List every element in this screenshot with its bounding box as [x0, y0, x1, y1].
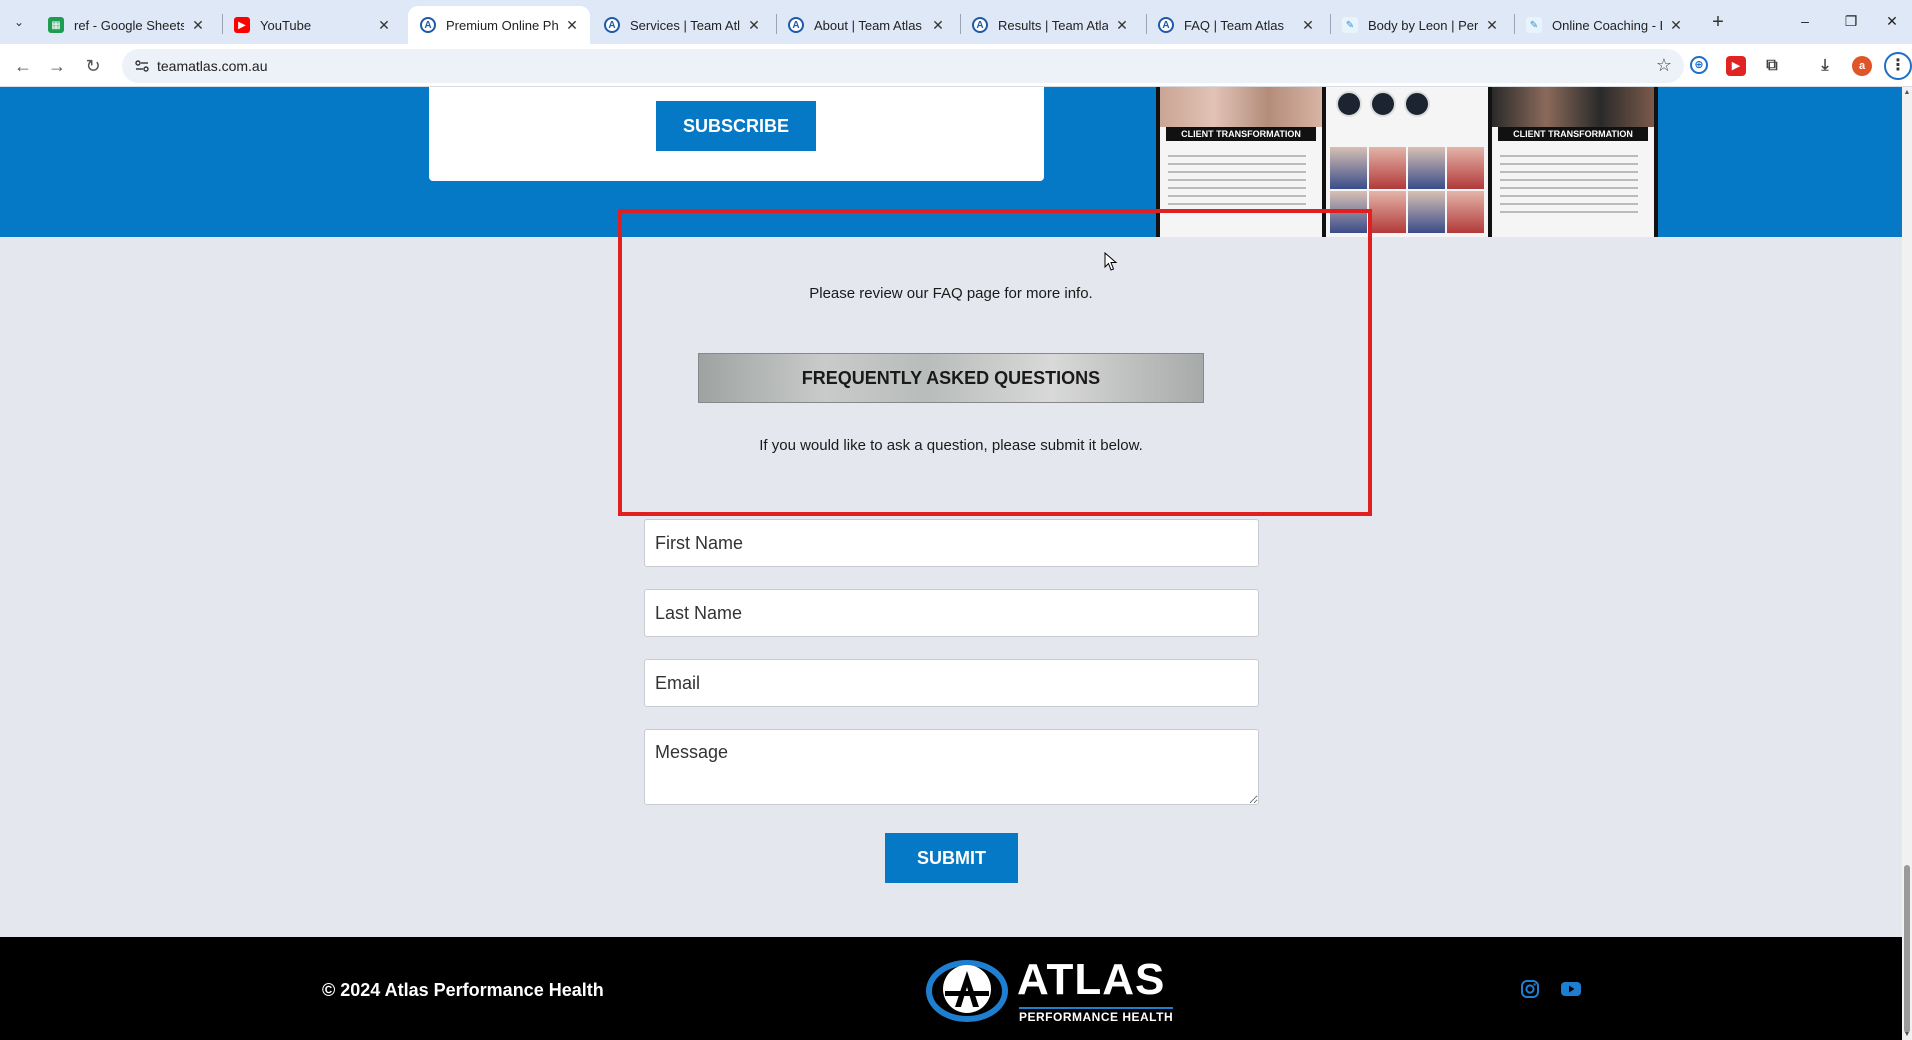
atlas-icon: A [604, 17, 620, 33]
last-name-field[interactable] [644, 589, 1259, 637]
transformation-photo [1160, 87, 1322, 127]
tab-youtube[interactable]: ▶ YouTube ✕ [222, 6, 402, 44]
tab-bar: ⌄ ▦ ref - Google Sheets ✕ ▶ YouTube ✕ A … [0, 0, 1912, 44]
window-close-icon[interactable]: ✕ [1872, 6, 1912, 36]
message-field[interactable] [644, 729, 1259, 805]
post-tag: CLIENT TRANSFORMATION [1498, 127, 1648, 141]
transformation-photo [1492, 87, 1654, 127]
close-icon[interactable]: ✕ [376, 17, 392, 33]
post-comments [1500, 149, 1638, 219]
profile-avatar[interactable]: a [1852, 56, 1872, 76]
close-icon[interactable]: ✕ [564, 17, 580, 33]
scrollbar-thumb[interactable] [1904, 865, 1910, 1033]
browser-toolbar: ← → ↻ teamatlas.com.au ☆ ⊕ ▶ ⧉ ⤓ a ⋮ [0, 44, 1912, 87]
new-tab-plus-icon[interactable]: + [1705, 9, 1731, 35]
tab-title: Online Coaching - Bo [1552, 17, 1662, 33]
atlas-icon: A [788, 17, 804, 33]
close-icon[interactable]: ✕ [190, 17, 206, 33]
atlas-logo-mark-icon [926, 960, 1008, 1022]
atlas-icon: A [420, 17, 436, 33]
youtube-icon[interactable] [1560, 979, 1582, 999]
atlas-icon: A [972, 17, 988, 33]
email-field[interactable] [644, 659, 1259, 707]
tab-about[interactable]: A About | Team Atlas ✕ [776, 6, 956, 44]
restore-icon[interactable]: ❐ [1828, 6, 1874, 36]
url-text[interactable]: teamatlas.com.au [157, 58, 268, 74]
copyright-text: © 2024 Atlas Performance Health [322, 980, 604, 1000]
tab-results[interactable]: A Results | Team Atlas ✕ [960, 6, 1140, 44]
tab-title: YouTube [260, 17, 312, 33]
tab-services[interactable]: A Services | Team Atlas ✕ [592, 6, 772, 44]
atlas-icon: A [1158, 17, 1174, 33]
minimize-icon[interactable]: – [1782, 6, 1828, 36]
site-footer: © 2024 Atlas Performance Health ATLAS PE… [0, 937, 1902, 1040]
tab-title: Body by Leon | Perso [1368, 17, 1478, 33]
youtube-icon: ▶ [234, 17, 250, 33]
submit-button[interactable]: SUBMIT [885, 833, 1018, 883]
bookmark-star-icon[interactable]: ☆ [1656, 55, 1672, 76]
tab-body-by-leon[interactable]: ✎ Body by Leon | Perso ✕ [1330, 6, 1510, 44]
sheets-icon: ▦ [48, 17, 64, 33]
mouse-cursor-icon [1104, 252, 1118, 271]
feather-icon: ✎ [1342, 17, 1358, 33]
close-icon[interactable]: ✕ [930, 17, 946, 33]
tab-title: About | Team Atlas [814, 17, 922, 33]
subscribe-button[interactable]: SUBSCRIBE [656, 101, 816, 151]
scroll-up-icon[interactable]: ▲ [1902, 89, 1912, 96]
highlight-box [618, 209, 1372, 516]
extension-shield-icon[interactable]: ▶ [1726, 56, 1746, 76]
tab-title: Premium Online Phys [446, 17, 558, 33]
story-highlights [1336, 91, 1430, 117]
feather-icon: ✎ [1526, 17, 1542, 33]
downloads-icon[interactable]: ⤓ [1815, 56, 1835, 76]
reload-icon[interactable]: ↻ [78, 51, 108, 81]
tab-online-coaching[interactable]: ✎ Online Coaching - Bo ✕ [1514, 6, 1694, 44]
page-viewport: SUBSCRIBE CLIENT TRANSFORMATION CLIENT T… [0, 87, 1902, 1040]
first-name-field[interactable] [644, 519, 1259, 567]
extension-globe-icon[interactable]: ⊕ [1690, 56, 1708, 74]
extensions-puzzle-icon[interactable]: ⧉ [1762, 56, 1782, 76]
browser-menu-icon[interactable]: ⋮ [1884, 52, 1912, 80]
forward-arrow-icon[interactable]: → [42, 51, 72, 81]
close-icon[interactable]: ✕ [1114, 17, 1130, 33]
instagram-post-3[interactable]: CLIENT TRANSFORMATION [1492, 87, 1654, 237]
close-icon[interactable]: ✕ [1484, 17, 1500, 33]
site-settings-icon[interactable] [134, 58, 150, 74]
close-icon[interactable]: ✕ [1300, 17, 1316, 33]
back-arrow-icon[interactable]: ← [8, 51, 38, 81]
post-tag: CLIENT TRANSFORMATION [1166, 127, 1316, 141]
instagram-icon[interactable] [1520, 979, 1540, 999]
tab-title: ref - Google Sheets [74, 17, 184, 33]
address-bar[interactable]: teamatlas.com.au ☆ [122, 49, 1684, 83]
logo-wordmark: ATLAS [1017, 955, 1166, 1004]
close-icon[interactable]: ✕ [746, 17, 762, 33]
atlas-logo[interactable]: ATLAS PERFORMANCE HEALTH [925, 953, 1180, 1024]
tab-premium-online[interactable]: A Premium Online Phys ✕ [408, 6, 590, 44]
tab-faq[interactable]: A FAQ | Team Atlas ✕ [1146, 6, 1326, 44]
page-scrollbar[interactable]: ▲ ▼ [1902, 87, 1912, 1040]
tab-google-sheets[interactable]: ▦ ref - Google Sheets ✕ [36, 6, 216, 44]
close-icon[interactable]: ✕ [1668, 17, 1684, 33]
tab-title: Services | Team Atlas [630, 17, 740, 33]
subscribe-card: SUBSCRIBE [429, 87, 1044, 181]
tab-search-chevron-icon[interactable]: ⌄ [6, 9, 32, 35]
logo-subtitle: PERFORMANCE HEALTH [1019, 1007, 1174, 1024]
tab-title: FAQ | Team Atlas [1184, 17, 1284, 33]
tab-title: Results | Team Atlas [998, 17, 1108, 33]
scroll-down-icon[interactable]: ▼ [1902, 1031, 1912, 1038]
